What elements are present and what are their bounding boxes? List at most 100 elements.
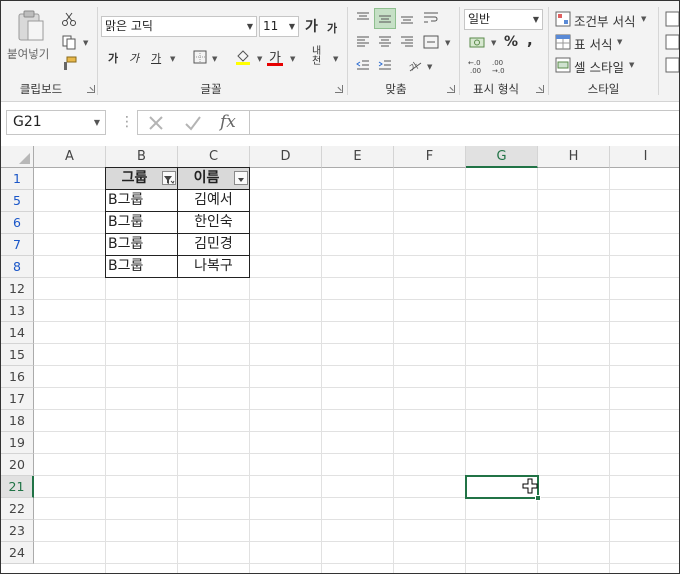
decrease-decimal-icon[interactable]: .00 →.0 xyxy=(491,56,513,76)
cancel-icon[interactable] xyxy=(146,113,166,133)
row-header-6[interactable]: 6 xyxy=(1,212,34,234)
insert-function-button[interactable]: fx xyxy=(220,112,236,132)
font-color-dropdown-icon[interactable]: ▼ xyxy=(290,55,295,63)
italic-button[interactable]: 가 xyxy=(129,50,139,66)
align-middle-icon[interactable] xyxy=(374,8,396,29)
conditional-format-button[interactable]: 조건부 서식 xyxy=(574,11,635,30)
row-header-15[interactable]: 15 xyxy=(1,344,34,366)
wrap-text-icon[interactable] xyxy=(421,9,441,27)
more-options-icon[interactable]: ⋮ xyxy=(120,114,134,130)
data-cell-group[interactable]: B그룹 xyxy=(105,189,178,212)
row-header-7[interactable]: 7 xyxy=(1,234,34,256)
row-header-16[interactable]: 16 xyxy=(1,366,34,388)
filter-dropdown-icon[interactable] xyxy=(234,171,248,185)
data-cell-group[interactable]: B그룹 xyxy=(105,255,178,278)
worksheet-grid[interactable]: A B C D E F G H I 1 5 6 7 8 12 13 14 15 16 17 18 19 20 21 22 23 24… xyxy=(1,146,679,573)
increase-indent-icon[interactable] xyxy=(375,56,395,74)
percent-button[interactable]: % xyxy=(504,34,518,50)
column-header-a[interactable]: A xyxy=(34,146,106,168)
data-cell-name[interactable]: 한인숙 xyxy=(177,211,250,234)
shrink-font-button[interactable]: 가 xyxy=(327,20,337,36)
header-cell-name[interactable]: 이름 xyxy=(177,167,250,190)
filter-active-icon[interactable] xyxy=(162,171,176,185)
row-header-8[interactable]: 8 xyxy=(1,256,34,278)
row-header-22[interactable]: 22 xyxy=(1,498,34,520)
formula-input[interactable] xyxy=(250,110,679,135)
increase-decimal-icon[interactable]: ←.0.00 xyxy=(467,56,489,76)
column-header-d[interactable]: D xyxy=(250,146,322,168)
row-header-17[interactable]: 17 xyxy=(1,388,34,410)
grow-font-button[interactable]: 가 xyxy=(305,16,318,36)
align-left-icon[interactable] xyxy=(353,33,373,51)
format-cells-icon[interactable] xyxy=(663,56,679,74)
fill-color-icon[interactable] xyxy=(233,46,253,66)
clipboard-launcher-icon[interactable] xyxy=(87,85,95,93)
merge-dropdown-icon[interactable]: ▼ xyxy=(445,39,450,47)
row-header-14[interactable]: 14 xyxy=(1,322,34,344)
number-launcher-icon[interactable] xyxy=(536,85,544,93)
row-header-5[interactable]: 5 xyxy=(1,190,34,212)
paste-label[interactable]: 붙여넣기 xyxy=(7,46,49,62)
orientation-dropdown-icon[interactable]: ▼ xyxy=(427,63,432,71)
fill-color-dropdown-icon[interactable]: ▼ xyxy=(257,55,262,63)
bold-button[interactable]: 가 xyxy=(108,50,118,66)
data-cell-name[interactable]: 김예서 xyxy=(177,189,250,212)
column-header-i[interactable]: I xyxy=(610,146,679,168)
row-header-20[interactable]: 20 xyxy=(1,454,34,476)
align-bottom-icon[interactable] xyxy=(397,9,417,27)
header-cell-group[interactable]: 그룹 xyxy=(105,167,178,190)
underline-button[interactable]: 가 xyxy=(151,50,161,66)
insert-cells-icon[interactable] xyxy=(663,10,679,28)
alignment-launcher-icon[interactable] xyxy=(447,85,455,93)
cell-styles-icon[interactable] xyxy=(554,56,572,74)
select-all-button[interactable] xyxy=(1,146,34,168)
name-box[interactable]: G21 ▼ xyxy=(6,110,106,135)
borders-dropdown-icon[interactable]: ▼ xyxy=(212,55,217,63)
underline-dropdown-icon[interactable]: ▼ xyxy=(170,55,175,63)
row-header-12[interactable]: 12 xyxy=(1,278,34,300)
font-launcher-icon[interactable] xyxy=(335,85,343,93)
row-header-19[interactable]: 19 xyxy=(1,432,34,454)
row-header-1[interactable]: 1 xyxy=(1,168,34,190)
phonetic-dropdown-icon[interactable]: ▼ xyxy=(333,55,338,63)
cell-styles-dropdown-icon[interactable]: ▼ xyxy=(629,61,634,69)
column-header-h[interactable]: H xyxy=(538,146,610,168)
conditional-dropdown-icon[interactable]: ▼ xyxy=(641,15,646,23)
data-cell-name[interactable]: 나복구 xyxy=(177,255,250,278)
row-header-21[interactable]: 21 xyxy=(1,476,34,498)
format-table-dropdown-icon[interactable]: ▼ xyxy=(617,38,622,46)
row-header-13[interactable]: 13 xyxy=(1,300,34,322)
column-header-b[interactable]: B xyxy=(106,146,178,168)
align-top-icon[interactable] xyxy=(353,9,373,27)
accounting-format-icon[interactable] xyxy=(467,33,489,53)
delete-cells-icon[interactable] xyxy=(663,33,679,51)
enter-icon[interactable] xyxy=(182,113,204,133)
row-header-23[interactable]: 23 xyxy=(1,520,34,542)
comma-button[interactable]: , xyxy=(527,31,533,49)
data-cell-name[interactable]: 김민경 xyxy=(177,233,250,256)
copy-icon[interactable] xyxy=(59,32,79,52)
format-painter-icon[interactable] xyxy=(59,54,79,74)
accounting-dropdown-icon[interactable]: ▼ xyxy=(491,39,496,47)
fill-handle[interactable] xyxy=(535,495,541,501)
cell-styles-button[interactable]: 셀 스타일 xyxy=(574,57,624,76)
format-table-button[interactable]: 표 서식 xyxy=(574,34,612,53)
cut-icon[interactable] xyxy=(59,9,79,29)
number-format-select[interactable]: 일반 ▼ xyxy=(464,9,543,30)
font-size-select[interactable]: 11 ▼ xyxy=(259,16,299,37)
align-right-icon[interactable] xyxy=(397,33,417,51)
column-header-e[interactable]: E xyxy=(322,146,394,168)
data-cell-group[interactable]: B그룹 xyxy=(105,233,178,256)
conditional-format-icon[interactable] xyxy=(554,10,572,28)
column-header-f[interactable]: F xyxy=(394,146,466,168)
paste-icon[interactable] xyxy=(13,9,49,43)
format-table-icon[interactable] xyxy=(554,33,572,51)
align-center-icon[interactable] xyxy=(375,33,395,51)
column-header-c[interactable]: C xyxy=(178,146,250,168)
merge-center-icon[interactable] xyxy=(421,33,441,51)
row-header-18[interactable]: 18 xyxy=(1,410,34,432)
text-orientation-icon[interactable]: 가 xyxy=(405,55,425,75)
column-header-g[interactable]: G xyxy=(466,146,538,168)
phonetic-button[interactable]: 내천 xyxy=(312,47,328,67)
borders-icon[interactable] xyxy=(191,48,209,66)
